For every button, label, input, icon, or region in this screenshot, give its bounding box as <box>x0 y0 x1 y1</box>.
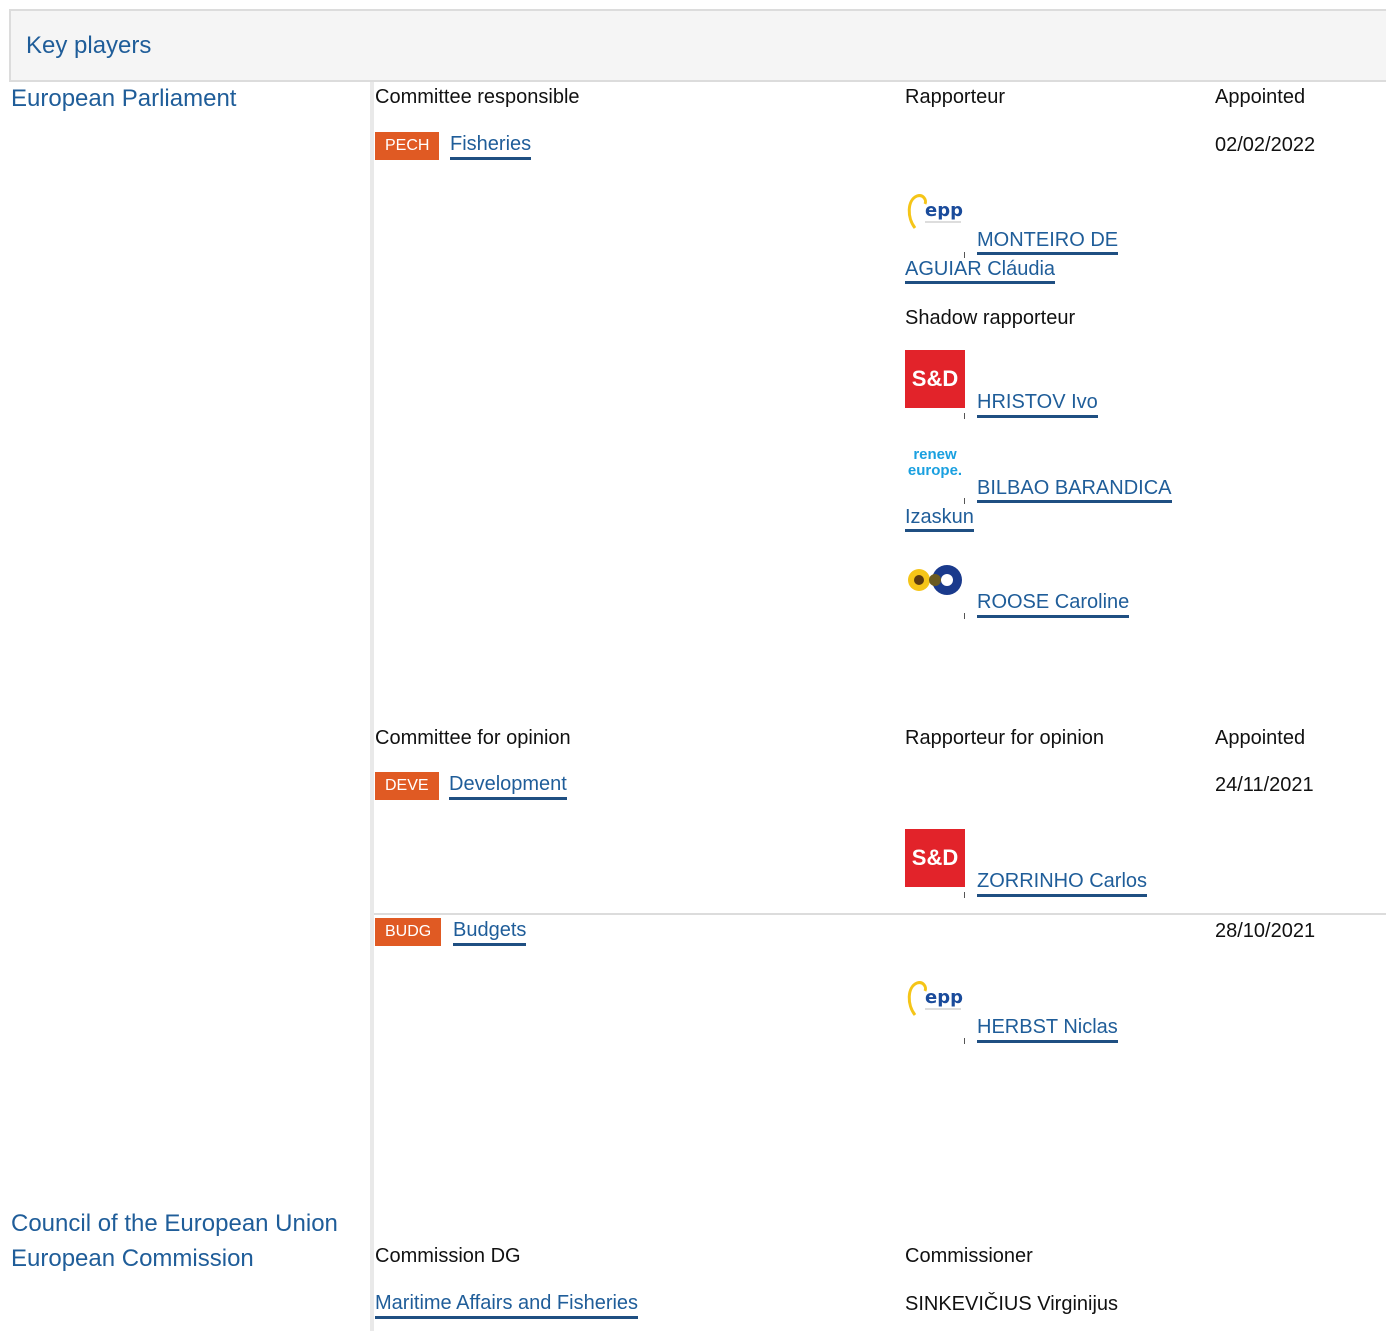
rapporteur-link-line1[interactable]: MONTEIRO DE <box>977 229 1119 255</box>
section-header <box>11 11 1386 80</box>
appointed-date: 02/02/2022 <box>1215 134 1316 156</box>
commission-dg-link[interactable]: Maritime Affairs and Fisheries <box>375 1291 639 1319</box>
institution-council-link[interactable]: Council of the European Union <box>11 1209 338 1239</box>
greens-efa-group-logo <box>905 560 965 605</box>
sd-logo-icon: S&D <box>911 366 959 391</box>
row-divider <box>374 913 1386 915</box>
commissioner-name: SINKEVIČIUS Virginijus <box>905 1293 1119 1315</box>
column-divider <box>370 82 374 1331</box>
sd-logo-icon: S&D <box>911 845 959 870</box>
shadow-rapporteur-label: Shadow rapporteur <box>905 307 1076 329</box>
epp-group-logo: epp <box>905 975 965 1038</box>
svg-text:epp: epp <box>925 200 963 221</box>
shadow-rapporteur-link-line2[interactable]: Izaskun <box>905 506 974 532</box>
header-divider <box>9 80 1386 82</box>
committee-opinion-header: Committee for opinion <box>375 727 571 749</box>
committee-fisheries-link[interactable]: Fisheries <box>450 132 532 160</box>
opinion-rapporteur-link[interactable]: ZORRINHO Carlos <box>977 869 1148 897</box>
committee-development-link[interactable]: Development <box>449 772 567 800</box>
commission-dg-header: Commission DG <box>375 1245 521 1267</box>
appointed-header: Appointed <box>1215 727 1306 749</box>
rapporteur-opinion-header: Rapporteur for opinion <box>905 727 1105 749</box>
sd-group-logo: S&D <box>905 350 965 408</box>
shadow-rapporteur-name: BILBAO BARANDICA Izaskun <box>905 474 1205 532</box>
sd-group-logo: S&D <box>905 829 965 887</box>
committee-budgets-link[interactable]: Budgets <box>453 918 527 946</box>
committee-code-badge: DEVE <box>375 772 439 800</box>
appointed-date: 28/10/2021 <box>1215 920 1316 942</box>
committee-code-badge: BUDG <box>375 918 442 946</box>
committee-code-badge: PECH <box>375 132 440 160</box>
epp-logo-icon: epp <box>907 981 963 1016</box>
appointed-date: 24/11/2021 <box>1215 774 1314 796</box>
greens-efa-logo-icon <box>908 565 962 595</box>
committee-responsible-header: Committee responsible <box>375 86 580 108</box>
section-title: Key players <box>26 32 152 59</box>
appointed-header: Appointed <box>1215 86 1306 108</box>
rapporteur-link-line2[interactable]: AGUIAR Cláudia <box>905 258 1056 284</box>
shadow-rapporteur-link[interactable]: ROOSE Caroline <box>977 590 1130 618</box>
opinion-rapporteur-link[interactable]: HERBST Niclas <box>977 1015 1118 1043</box>
commissioner-header: Commissioner <box>905 1245 1033 1267</box>
institution-commission-link[interactable]: European Commission <box>11 1244 254 1274</box>
shadow-rapporteur-link-line1[interactable]: BILBAO BARANDICA <box>977 477 1172 503</box>
rapporteur-name: MONTEIRO DE AGUIAR Cláudia <box>905 226 1205 284</box>
rapporteur-header: Rapporteur <box>905 86 1006 108</box>
institution-parliament-link[interactable]: European Parliament <box>11 84 236 114</box>
shadow-rapporteur-link[interactable]: HRISTOV Ivo <box>977 390 1098 418</box>
svg-text:epp: epp <box>925 987 963 1008</box>
